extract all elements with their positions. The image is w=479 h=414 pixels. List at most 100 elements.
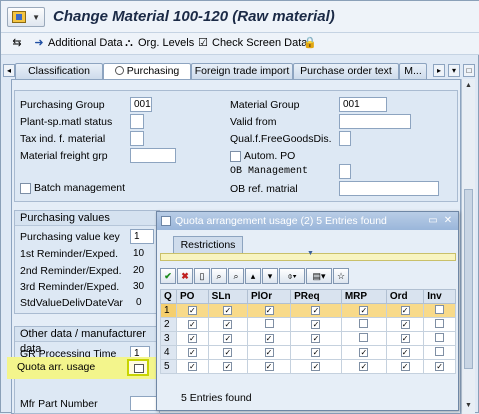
org-levels-label: Org. Levels [138,37,195,49]
tab-overview-button[interactable]: □ [463,64,475,77]
column-header-sln[interactable]: SLn [207,289,248,304]
sort-descending-button[interactable]: ▾ [262,268,278,284]
checkbox-inv [435,304,445,314]
purchasing-group-field[interactable]: 001 [130,97,152,112]
batch-management-label: Batch management [34,182,126,194]
reminder2-value: 20 [133,265,145,276]
tax-ind-field[interactable] [130,131,144,146]
quota-arr-usage-search-help-button[interactable] [127,359,149,376]
close-icon[interactable]: ✕ [442,215,454,227]
cell-po: ✓ [176,345,209,360]
scroll-up-icon[interactable]: ▲ [464,81,473,90]
checkbox-preq: ✓ [311,306,321,315]
row-q-cell[interactable]: 1 [160,303,177,318]
material-group-field[interactable]: 001 [339,97,387,112]
valid-from-field[interactable] [339,114,411,129]
tab-scroll-right-button[interactable]: ▸ [433,64,445,77]
qual-free-goods-field[interactable] [339,131,351,146]
table-row[interactable]: 1 ✓ ✓ ✓ ✓ ✓ ✓ [160,303,456,318]
minimize-icon[interactable]: ▭ [427,215,439,227]
confirm-button[interactable]: ✔ [160,268,176,284]
check-icon: ☑ [198,37,208,49]
cell-po: ✓ [176,303,209,318]
popup-toolbar: ✔ ✖ ▯ ⌕ ⌕ ▴ ▾ ⌽▾ ▤▾ ☆ [160,268,349,286]
checkbox-plor [264,318,274,328]
cell-sln: ✓ [207,345,248,360]
qual-free-goods-label: Qual.f.FreeGoodsDis. [230,133,332,145]
column-header-po[interactable]: PO [176,289,209,304]
reminder1-value: 10 [133,248,145,259]
export-button[interactable]: ▤▾ [306,268,332,284]
filter-button[interactable]: ⌽▾ [279,268,305,284]
cell-plor: ✓ [246,359,292,374]
cancel-button[interactable]: ✖ [177,268,193,284]
tab-purchase-order-text[interactable]: Purchase order text [293,63,399,79]
checkbox-ord: ✓ [400,362,410,371]
row-q-cell[interactable]: 3 [160,331,177,346]
checkbox-inv [435,346,445,356]
ob-ref-matrial-field[interactable] [339,181,439,196]
cell-mrp: ✓ [340,303,387,318]
reminder2-label: 2nd Reminder/Exped. [20,265,122,277]
table-row[interactable]: 3 ✓ ✓ ✓ ✓ ✓ [160,331,456,346]
scroll-thumb[interactable] [464,189,473,369]
org-levels-button[interactable]: ⛬ Org. Levels [123,37,194,49]
cell-preq: ✓ [290,359,342,374]
table-row[interactable]: 2 ✓ ✓ ✓ ✓ [160,317,456,332]
column-header-q[interactable]: Q [160,289,177,304]
find-next-button[interactable]: ⌕ [228,268,244,284]
checkbox-po: ✓ [187,362,197,371]
tab-classification[interactable]: Classification [15,63,103,79]
column-header-mrp[interactable]: MRP [340,289,387,304]
layout-button[interactable]: ☆ [333,268,349,284]
autom-po-checkbox[interactable] [230,151,241,162]
cell-ord: ✓ [385,345,425,360]
title-bar: ▼ Change Material 100-120 (Raw material) [1,1,479,33]
application-toolbar: ⇆ ➜ Additional Data ⛬ Org. Levels ☑ Chec… [1,33,479,55]
lock-button[interactable]: 🔒 [303,37,317,49]
column-header-plor[interactable]: PlOr [246,289,292,304]
tab-restrictions[interactable]: Restrictions [173,236,243,253]
material-freight-grp-field[interactable] [130,148,176,163]
popup-title-bar: Quota arrangement usage (2) 5 Entries fo… [157,212,458,230]
display-change-button[interactable]: ⇆ [11,37,23,49]
tab-more[interactable]: M... [399,63,427,79]
material-group-label: Material Group [230,99,300,111]
new-button[interactable]: ▯ [194,268,210,284]
cell-plor: ✓ [246,345,292,360]
plant-sp-matl-status-field[interactable] [130,114,144,129]
quota-arrangement-popup: Quota arrangement usage (2) 5 Entries fo… [156,211,459,411]
column-header-inv[interactable]: Inv [423,289,456,304]
ob-management-field[interactable] [339,164,351,179]
check-screen-data-button[interactable]: ☑ Check Screen Data [197,37,307,49]
column-header-preq[interactable]: PReq [290,289,342,304]
row-q-cell[interactable]: 5 [160,359,177,374]
column-header-ord[interactable]: Ord [385,289,425,304]
additional-data-button[interactable]: ➜ Additional Data [33,37,122,49]
find-button[interactable]: ⌕ [211,268,227,284]
tab-list-button[interactable]: ▾ [448,64,460,77]
row-q-cell[interactable]: 2 [160,317,177,332]
tab-purchasing[interactable]: Purchasing [103,63,191,80]
row-q-cell[interactable]: 4 [160,345,177,360]
restrictions-toggle-bar[interactable] [160,250,456,261]
ob-management-label: OB Management [230,166,309,177]
cell-plor: ✓ [246,303,292,318]
menu-button[interactable]: ▼ [7,7,45,27]
scroll-down-icon[interactable]: ▼ [464,401,473,410]
table-row[interactable]: 4 ✓ ✓ ✓ ✓ ✓ ✓ [160,345,456,360]
overview-icon: □ [466,66,472,75]
cell-inv [423,303,456,318]
binoculars-icon: ⌕ [216,271,222,281]
sort-ascending-button[interactable]: ▴ [245,268,261,284]
tab-foreign-trade-import[interactable]: Foreign trade import [191,63,293,79]
quota-arr-usage-label: Quota arr. usage [17,361,96,373]
table-row[interactable]: 5 ✓ ✓ ✓ ✓ ✓ ✓ ✓ [160,359,456,374]
checkbox-plor: ✓ [264,348,274,357]
popup-title: Quota arrangement usage (2) 5 Entries fo… [175,215,387,227]
vertical-scrollbar[interactable]: ▲ ▼ [461,79,475,414]
batch-management-checkbox[interactable] [20,183,31,194]
popup-status-text: 5 Entries found [181,392,252,404]
tab-purchasing-label: Purchasing [126,65,180,77]
purchasing-value-key-field[interactable]: 1 [130,229,154,244]
